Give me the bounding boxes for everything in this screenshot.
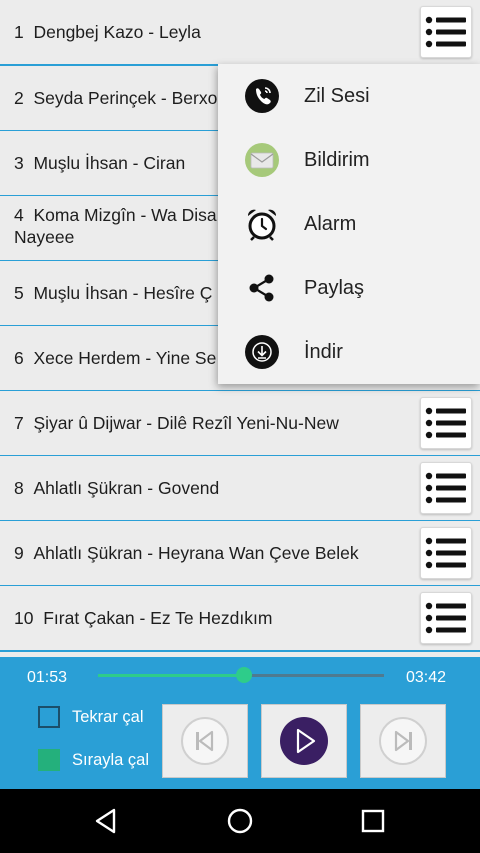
menu-item-notification[interactable]: Bildirim [218,128,480,192]
sequential-toggle[interactable]: Sırayla çal [38,749,149,771]
repeat-label: Tekrar çal [72,707,144,726]
song-row[interactable]: 1 Dengbej Kazo - Leyla [0,0,480,66]
total-duration: 03:42 [406,669,447,686]
song-row[interactable]: 9 Ahlatlı Şükran - Heyrana Wan Çeve Bele… [0,521,480,587]
sequential-checkbox[interactable] [38,749,60,771]
song-menu-button[interactable] [420,462,472,514]
home-nav-button[interactable] [224,805,256,837]
next-button[interactable] [360,704,446,778]
song-title: 9 Ahlatlı Şükran - Heyrana Wan Çeve Bele… [14,543,359,563]
song-menu-button[interactable] [420,592,472,644]
sequential-label: Sırayla çal [72,750,150,769]
list-menu-icon [425,16,466,48]
home-circle-icon [227,808,253,834]
menu-item-download[interactable]: İndir [218,320,480,384]
list-menu-icon [425,537,466,569]
recents-nav-button[interactable] [357,805,389,837]
next-icon [379,717,427,765]
song-title: 1 Dengbej Kazo - Leyla [14,22,201,42]
previous-icon [181,717,229,765]
notification-envelope-icon [244,142,280,178]
menu-item-label: Bildirim [304,148,370,171]
menu-item-label: Zil Sesi [304,84,370,107]
repeat-checkbox[interactable] [38,706,60,728]
repeat-toggle[interactable]: Tekrar çal [38,706,144,728]
menu-item-ringtone[interactable]: Zil Sesi [218,64,480,128]
share-icon [244,270,280,306]
song-menu-button[interactable] [420,397,472,449]
system-navigation-bar [0,789,480,853]
song-title: 7 Şiyar û Dijwar - Dilê Rezîl Yeni-Nu-Ne… [14,413,339,433]
song-menu-button[interactable] [420,6,472,58]
recents-square-icon [361,809,385,833]
player-panel: 01:53 03:42 Tekrar çal Sırayla çal [0,657,480,789]
back-nav-button[interactable] [90,805,122,837]
seek-bar-thumb[interactable] [235,667,252,683]
download-icon [244,334,280,370]
song-row[interactable]: 8 Ahlatlı Şükran - Govend [0,456,480,522]
song-row[interactable]: 10 Fırat Çakan - Ez Te Hezdıkım [0,586,480,652]
menu-item-share[interactable]: Paylaş [218,256,480,320]
menu-item-alarm[interactable]: Alarm [218,192,480,256]
song-row[interactable]: 7 Şiyar û Dijwar - Dilê Rezîl Yeni-Nu-Ne… [0,391,480,457]
song-menu-button[interactable] [420,527,472,579]
song-title: 8 Ahlatlı Şükran - Govend [14,478,220,498]
back-triangle-icon [95,808,116,834]
previous-button[interactable] [162,704,248,778]
ringtone-phone-icon [244,78,280,114]
song-options-popup: Zil Sesi Bildirim Alarm Paylaş İndir [218,64,480,384]
play-icon [280,717,328,765]
menu-item-label: İndir [304,340,343,363]
list-menu-icon [425,407,466,439]
list-menu-icon [425,472,466,504]
list-menu-icon [425,602,466,634]
alarm-clock-icon [244,206,280,242]
menu-item-label: Paylaş [304,276,365,299]
song-title: 10 Fırat Çakan - Ez Te Hezdıkım [14,608,273,628]
elapsed-time: 01:53 [27,669,68,686]
play-button[interactable] [261,704,347,778]
menu-item-label: Alarm [304,212,357,235]
seek-bar-progress [98,674,244,677]
